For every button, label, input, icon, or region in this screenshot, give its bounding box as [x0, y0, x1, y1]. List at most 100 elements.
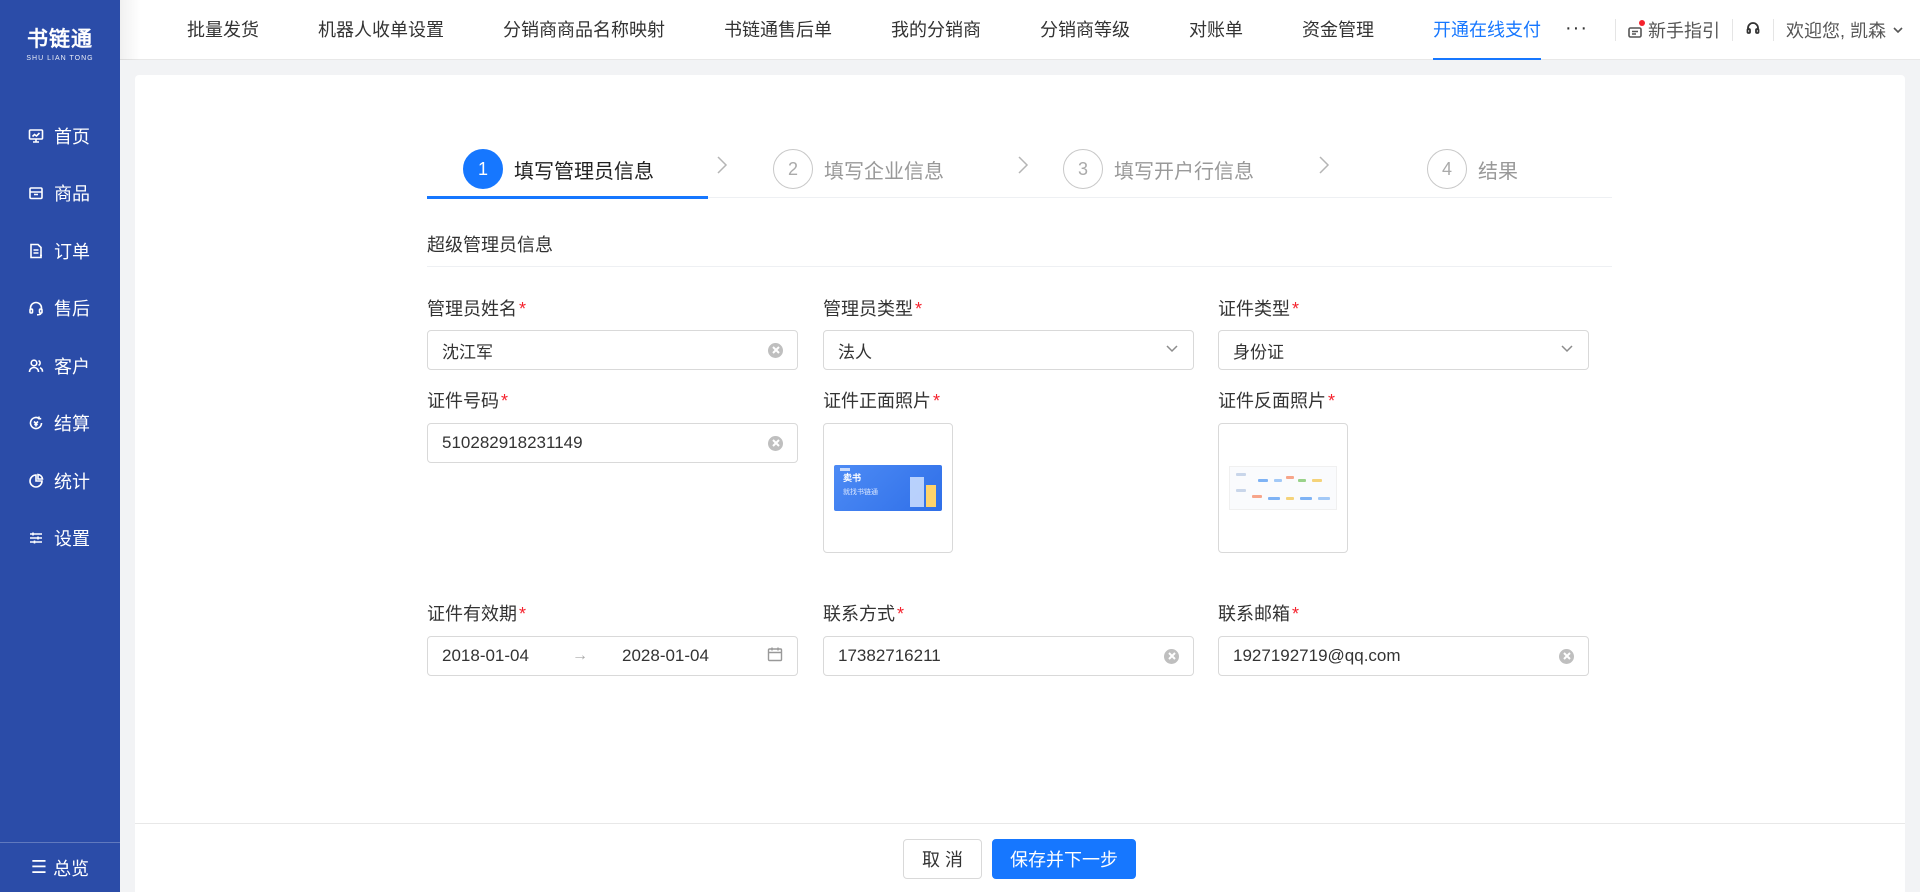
- main-content-card: 1 填写管理员信息 2 填写企业信息 3 填写开户行信息 4 结果 超级管理员信…: [135, 75, 1905, 892]
- step-label: 结果: [1478, 160, 1518, 183]
- required-mark: *: [501, 391, 509, 411]
- more-tabs-button[interactable]: ···: [1565, 0, 1588, 60]
- sidebar-item-home[interactable]: 首页: [0, 107, 120, 165]
- thumb-decor: [1286, 497, 1294, 500]
- step-1[interactable]: 1 填写管理员信息: [463, 140, 654, 198]
- id-type-select[interactable]: 身份证: [1218, 330, 1589, 370]
- tab-my-distributors[interactable]: 我的分销商: [891, 0, 981, 60]
- admin-name-input[interactable]: 沈江军: [427, 330, 798, 370]
- support-headset-icon[interactable]: [1745, 20, 1761, 41]
- clear-icon[interactable]: [1164, 648, 1179, 664]
- clear-icon[interactable]: [1559, 648, 1574, 664]
- chevron-right-icon: [1016, 154, 1030, 176]
- phone-input[interactable]: 17382716211: [823, 636, 1194, 676]
- start-date[interactable]: 2018-01-04: [442, 646, 572, 666]
- sidebar-item-customers[interactable]: 客户: [0, 337, 120, 395]
- sidebar-item-label: 商品: [54, 184, 90, 205]
- end-date[interactable]: 2028-01-04: [622, 646, 767, 666]
- save-next-button[interactable]: 保存并下一步: [992, 839, 1136, 879]
- phone-label: 联系方式 *: [823, 600, 904, 626]
- topbar-edge-shadow: [120, 0, 140, 60]
- email-label: 联系邮箱 *: [1218, 600, 1299, 626]
- required-mark: *: [1292, 299, 1300, 319]
- tab-distributor-levels[interactable]: 分销商等级: [1040, 0, 1130, 60]
- step-label: 填写企业信息: [824, 160, 944, 183]
- sliders-icon: [30, 532, 42, 544]
- email-input[interactable]: 1927192719@qq.com: [1218, 636, 1589, 676]
- overview-label: 总览: [53, 858, 90, 879]
- tab-batch-ship[interactable]: 批量发货: [187, 0, 259, 60]
- thumb-decor: [1312, 479, 1322, 482]
- tab-aftersales-orders[interactable]: 书链通售后单: [724, 0, 832, 60]
- label-text: 管理员类型: [823, 299, 913, 319]
- thumb-decor: [1300, 497, 1312, 500]
- label-text: 证件有效期: [427, 604, 517, 624]
- sidebar-item-label: 售后: [54, 299, 90, 320]
- thumb-decor: [1268, 497, 1280, 500]
- id-front-label: 证件正面照片 *: [823, 387, 940, 413]
- beginner-guide-button[interactable]: 新手指引: [1628, 17, 1720, 43]
- input-value: 510282918231149: [442, 433, 583, 452]
- step-number: 4: [1427, 149, 1467, 189]
- admin-type-label: 管理员类型 *: [823, 295, 922, 321]
- tab-statements[interactable]: 对账单: [1189, 0, 1243, 60]
- step-label: 填写管理员信息: [514, 160, 654, 183]
- calendar-icon[interactable]: [767, 646, 783, 667]
- required-mark: *: [1328, 391, 1336, 411]
- chevron-right-icon: [1317, 154, 1331, 176]
- tab-fund-management[interactable]: 资金管理: [1302, 0, 1374, 60]
- sidebar-item-settlement[interactable]: 结算: [0, 395, 120, 453]
- logo-text: 书链通: [27, 27, 93, 51]
- notification-dot: [1638, 20, 1645, 26]
- input-value: 1927192719@qq.com: [1233, 646, 1401, 665]
- user-menu[interactable]: 欢迎您, 凯森: [1786, 17, 1904, 43]
- top-tabs: 批量发货 机器人收单设置 分销商商品名称映射 书链通售后单 我的分销商 分销商等…: [187, 0, 1600, 60]
- users-icon: [28, 359, 44, 372]
- admin-type-select[interactable]: 法人: [823, 330, 1194, 370]
- cancel-button[interactable]: 取 消: [903, 839, 982, 879]
- sidebar-item-label: 设置: [54, 529, 90, 550]
- chevron-down-icon: [1893, 27, 1903, 34]
- monitor-icon: [28, 128, 44, 143]
- step-3[interactable]: 3 填写开户行信息: [1063, 140, 1254, 198]
- id-back-label: 证件反面照片 *: [1218, 387, 1335, 413]
- label-text: 证件反面照片: [1218, 391, 1326, 411]
- step-4[interactable]: 4 结果: [1427, 140, 1518, 198]
- user-greeting: 欢迎您, 凯森: [1785, 21, 1886, 41]
- id-number-label: 证件号码 *: [427, 387, 508, 413]
- validity-date-range[interactable]: 2018-01-04 → 2028-01-04: [427, 636, 798, 676]
- sidebar-item-label: 客户: [54, 356, 90, 377]
- thumb-decor: [1286, 476, 1294, 479]
- clear-icon[interactable]: [768, 342, 783, 358]
- select-value: 法人: [838, 342, 872, 362]
- tab-distributor-name-mapping[interactable]: 分销商商品名称映射: [503, 0, 665, 60]
- steps-indicator: 1 填写管理员信息 2 填写企业信息 3 填写开户行信息 4 结果: [427, 140, 1612, 199]
- chevron-down-icon: [1165, 340, 1179, 360]
- sidebar-item-products[interactable]: 商品: [0, 165, 120, 223]
- guide-icon: [1628, 20, 1645, 38]
- sidebar-item-statistics[interactable]: 统计: [0, 452, 120, 510]
- tab-robot-order-settings[interactable]: 机器人收单设置: [318, 0, 444, 60]
- clear-icon[interactable]: [768, 435, 783, 451]
- refresh-coin-icon: [29, 416, 43, 430]
- required-mark: *: [1292, 604, 1300, 624]
- required-mark: *: [897, 604, 905, 624]
- overview-toggle[interactable]: ☰ 总览: [0, 842, 120, 892]
- label-text: 证件正面照片: [823, 391, 931, 411]
- label-text: 联系邮箱: [1218, 604, 1290, 624]
- label-text: 证件类型: [1218, 299, 1290, 319]
- id-number-input[interactable]: 510282918231149: [427, 423, 798, 463]
- id-front-upload[interactable]: 卖书 就找书链通: [823, 423, 953, 553]
- app-logo[interactable]: 书链通 SHU LIAN TONG: [0, 0, 120, 84]
- step-2[interactable]: 2 填写企业信息: [773, 140, 944, 198]
- tab-online-payment[interactable]: 开通在线支付: [1433, 0, 1541, 60]
- required-mark: *: [519, 299, 527, 319]
- id-back-upload[interactable]: [1218, 423, 1348, 553]
- sidebar-item-settings[interactable]: 设置: [0, 510, 120, 568]
- id-front-thumbnail: 卖书 就找书链通: [834, 465, 942, 511]
- thumb-decor: [1258, 479, 1268, 482]
- divider: [1614, 19, 1616, 41]
- sidebar-item-orders[interactable]: 订单: [0, 222, 120, 280]
- sidebar-item-aftersales[interactable]: 售后: [0, 280, 120, 338]
- logo-subtext: SHU LIAN TONG: [26, 54, 94, 62]
